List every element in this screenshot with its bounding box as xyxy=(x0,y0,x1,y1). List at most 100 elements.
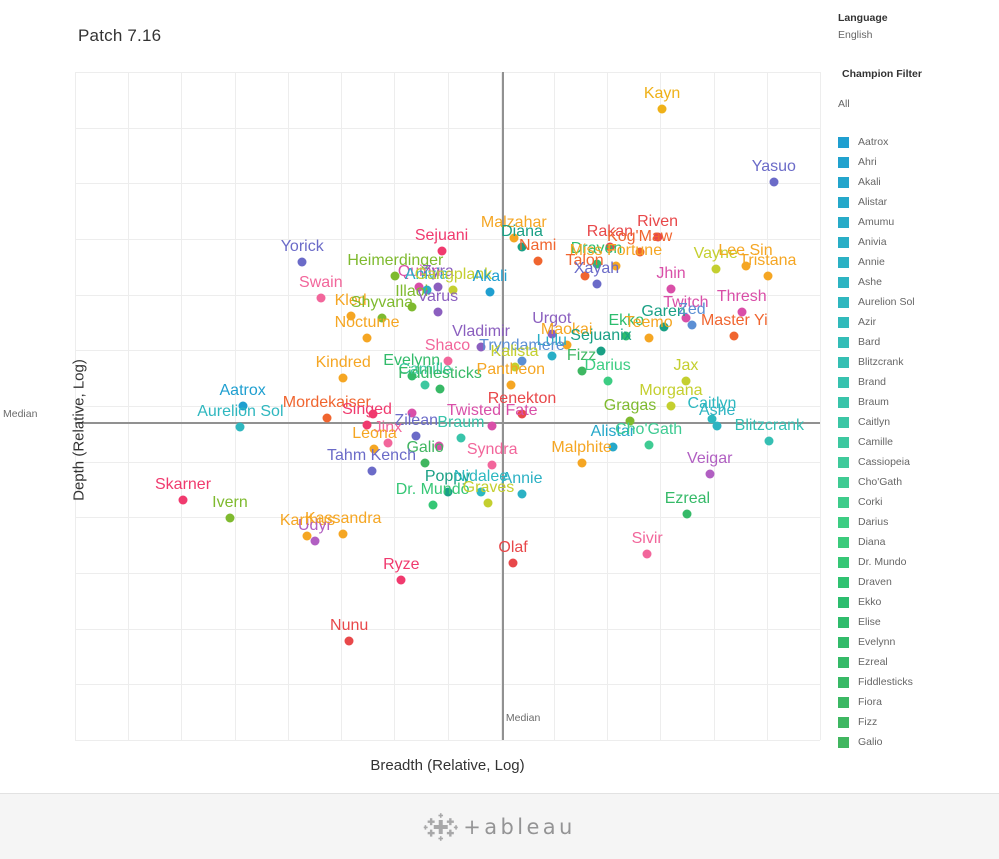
legend-color-swatch xyxy=(838,536,849,548)
legend-item[interactable]: Fiddlesticks xyxy=(838,672,999,692)
data-point[interactable] xyxy=(456,433,466,443)
data-point-label: Yorick xyxy=(280,238,324,256)
legend-item-label: Fizz xyxy=(858,716,878,728)
tableau-dashboard: Patch 7.16 Median Median Kayn Yasuo Malzah… xyxy=(0,0,999,859)
data-point[interactable] xyxy=(592,279,601,289)
legend-item[interactable]: Fiora xyxy=(838,692,999,712)
scatter-plot-area[interactable]: Median Median Kayn Yasuo Malzahar Riven Dian… xyxy=(3,72,821,741)
legend-item[interactable]: Dr. Mundo xyxy=(838,552,999,572)
legend-item[interactable]: Darius xyxy=(838,512,999,532)
legend-item[interactable]: Alistar xyxy=(838,192,999,212)
champion-filter-value[interactable]: All xyxy=(838,98,850,110)
legend-item[interactable]: Aurelion Sol xyxy=(838,292,999,312)
data-point-label: Sejuani xyxy=(414,227,469,245)
data-point[interactable] xyxy=(729,331,739,341)
data-point-label: Leona xyxy=(352,425,397,443)
legend-item[interactable]: Fizz xyxy=(838,712,999,732)
data-point[interactable] xyxy=(338,529,348,539)
data-point-label: Braum xyxy=(437,414,485,432)
legend-item[interactable]: Caitlyn xyxy=(838,412,999,432)
legend-item[interactable]: Brand xyxy=(838,372,999,392)
data-point[interactable] xyxy=(428,500,438,510)
tableau-logo[interactable]: +ableau xyxy=(423,812,576,842)
legend-item[interactable]: Anivia xyxy=(838,232,999,252)
data-point[interactable] xyxy=(322,413,332,423)
data-point-label: Darius xyxy=(584,356,631,374)
legend-item[interactable]: Ekko xyxy=(838,592,999,612)
legend-item-label: Anivia xyxy=(858,236,887,248)
data-point[interactable] xyxy=(682,509,692,519)
data-point[interactable] xyxy=(225,513,235,523)
legend-item[interactable]: Evelynn xyxy=(838,632,999,652)
legend-item-label: Aatrox xyxy=(858,136,889,148)
legend-item[interactable]: Bard xyxy=(838,332,999,352)
legend-item[interactable]: Ahri xyxy=(838,152,999,172)
data-point[interactable] xyxy=(487,421,497,431)
data-point[interactable] xyxy=(316,293,326,303)
data-point[interactable] xyxy=(235,422,245,432)
data-point[interactable] xyxy=(517,489,527,499)
legend-item[interactable]: Azir xyxy=(838,312,999,332)
legend-item[interactable]: Draven xyxy=(838,572,999,592)
legend-item[interactable]: Akali xyxy=(838,172,999,192)
data-point[interactable] xyxy=(687,320,697,329)
language-value[interactable]: English xyxy=(838,29,872,41)
data-point[interactable] xyxy=(435,384,445,394)
data-point[interactable] xyxy=(367,466,376,476)
data-point[interactable] xyxy=(769,177,779,187)
data-point[interactable] xyxy=(483,498,493,508)
data-point[interactable] xyxy=(420,458,430,468)
legend-item[interactable]: Braum xyxy=(838,392,999,412)
legend-color-swatch xyxy=(838,256,849,268)
x-median-label: Median xyxy=(505,712,541,724)
data-point-label: Cho'Gath xyxy=(615,420,683,438)
legend-item-label: Brand xyxy=(858,376,887,388)
legend-item[interactable]: Camille xyxy=(838,432,999,452)
data-point[interactable] xyxy=(711,264,721,274)
data-point[interactable] xyxy=(506,380,516,390)
data-point[interactable] xyxy=(338,373,348,383)
color-legend[interactable]: Aatrox Ahri Akali Alistar Amumu Anivia Annie As… xyxy=(838,132,999,752)
legend-color-swatch xyxy=(838,436,849,448)
legend-color-swatch xyxy=(838,296,849,308)
data-point[interactable] xyxy=(485,287,495,297)
legend-item[interactable]: Annie xyxy=(838,252,999,272)
data-point-label: Ryze xyxy=(383,555,420,573)
data-point[interactable] xyxy=(362,333,372,343)
legend-item[interactable]: Aatrox xyxy=(838,132,999,152)
data-point[interactable] xyxy=(433,307,443,317)
legend-item[interactable]: Cho'Gath xyxy=(838,472,999,492)
data-point[interactable] xyxy=(508,558,518,568)
legend-item-label: Blitzcrank xyxy=(858,356,904,368)
data-point-label: Sejuanix xyxy=(570,327,632,345)
data-point[interactable] xyxy=(297,257,307,267)
data-point[interactable] xyxy=(396,575,406,585)
data-point[interactable] xyxy=(763,271,773,281)
legend-item[interactable]: Elise xyxy=(838,612,999,632)
data-point[interactable] xyxy=(644,333,654,343)
legend-item[interactable]: Diana xyxy=(838,532,999,552)
legend-item[interactable]: Amumu xyxy=(838,212,999,232)
data-point[interactable] xyxy=(666,284,676,294)
legend-item[interactable]: Corki xyxy=(838,492,999,512)
data-point[interactable] xyxy=(712,421,722,431)
data-point[interactable] xyxy=(657,104,667,114)
data-point[interactable] xyxy=(644,440,654,450)
data-point[interactable] xyxy=(310,536,320,546)
legend-item[interactable]: Cassiopeia xyxy=(838,452,999,472)
data-point[interactable] xyxy=(603,376,613,386)
data-point[interactable] xyxy=(344,636,354,646)
data-point-label: Singed xyxy=(342,400,392,418)
data-point[interactable] xyxy=(596,346,606,356)
legend-item[interactable]: Ashe xyxy=(838,272,999,292)
legend-item[interactable]: Blitzcrank xyxy=(838,352,999,372)
data-point[interactable] xyxy=(533,256,543,266)
data-point[interactable] xyxy=(642,549,652,559)
data-point[interactable] xyxy=(764,436,774,446)
data-point[interactable] xyxy=(577,458,587,468)
data-point[interactable] xyxy=(666,401,676,411)
data-point[interactable] xyxy=(178,495,188,505)
legend-item[interactable]: Galio xyxy=(838,732,999,752)
data-point[interactable] xyxy=(705,469,715,479)
legend-item[interactable]: Ezreal xyxy=(838,652,999,672)
